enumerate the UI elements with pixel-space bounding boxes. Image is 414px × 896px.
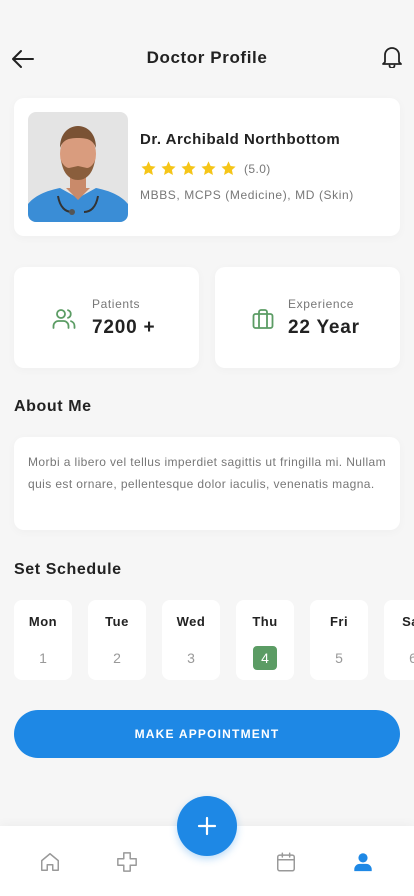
day-name: Thu (252, 614, 278, 629)
schedule-heading: Set Schedule (14, 561, 122, 578)
day-number: 5 (335, 650, 343, 666)
plus-icon (197, 816, 217, 836)
profile-icon[interactable] (351, 850, 375, 874)
doctor-degrees: MBBS, MCPS (Medicine), MD (Skin) (140, 188, 354, 202)
star-icon (181, 161, 196, 175)
day-name: Sat (402, 614, 414, 629)
day-sat[interactable]: Sat 6 (384, 600, 414, 680)
day-mon[interactable]: Mon 1 (14, 600, 72, 680)
schedule-days: Mon 1 Tue 2 Wed 3 Thu 4 Fri 5 Sat 6 (14, 600, 414, 680)
day-name: Fri (329, 614, 349, 629)
star-icon (201, 161, 216, 175)
day-wed[interactable]: Wed 3 (162, 600, 220, 680)
doctor-name: Dr. Archibald Northbottom (140, 131, 341, 148)
about-card: Morbi a libero vel tellus imperdiet sagi… (14, 437, 400, 530)
star-icon (141, 161, 156, 175)
day-number: 3 (187, 650, 195, 666)
day-name: Wed (176, 614, 206, 629)
day-number: 1 (39, 650, 47, 666)
experience-stat-card: Experience 22 Year (215, 267, 400, 368)
doctor-profile-card: Dr. Archibald Northbottom (5.0) MBBS, MC… (14, 98, 400, 236)
medical-cross-icon[interactable] (115, 850, 139, 874)
day-name: Mon (28, 614, 58, 629)
patients-stat-card: Patients 7200 + (14, 267, 199, 368)
stat-value: 7200 + (92, 317, 156, 338)
about-heading: About Me (14, 398, 92, 415)
bell-icon[interactable] (380, 45, 404, 69)
doctor-avatar (28, 112, 128, 222)
calendar-icon[interactable] (274, 850, 298, 874)
briefcase-icon (252, 309, 274, 329)
rating-stars: (5.0) (140, 160, 271, 177)
users-icon (52, 309, 76, 329)
rating-value: (5.0) (244, 161, 271, 176)
day-number: 6 (409, 650, 414, 666)
stat-label: Experience (288, 297, 355, 311)
day-name: Tue (105, 614, 129, 629)
add-button[interactable] (177, 796, 237, 856)
star-icon (221, 161, 236, 175)
day-tue[interactable]: Tue 2 (88, 600, 146, 680)
page-title: Doctor Profile (146, 48, 268, 67)
day-fri[interactable]: Fri 5 (310, 600, 368, 680)
home-icon[interactable] (38, 850, 62, 874)
about-text: Morbi a libero vel tellus imperdiet sagi… (28, 455, 386, 491)
day-number-selected: 4 (253, 646, 277, 670)
day-number: 2 (113, 650, 121, 666)
stat-value: 22 Year (288, 317, 360, 338)
make-appointment-button[interactable]: MAKE APPOINTMENT (14, 710, 400, 758)
star-icon (161, 161, 176, 175)
day-thu[interactable]: Thu 4 (236, 600, 294, 680)
stat-label: Patients (92, 297, 141, 311)
